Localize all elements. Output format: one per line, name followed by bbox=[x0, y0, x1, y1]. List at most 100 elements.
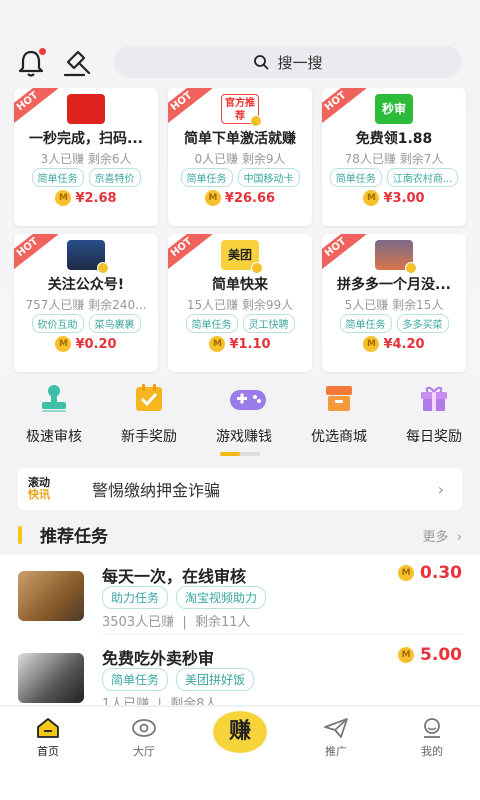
task-earned: 3503人已赚 bbox=[102, 615, 175, 630]
tab-home[interactable]: 首页 bbox=[0, 717, 96, 759]
card-tag: 灵工快聘 bbox=[242, 314, 295, 333]
task-card[interactable]: HOT 美团 简单快来 15人已赚 剩余99人 简单任务 灵工快聘 M ¥1.10 bbox=[168, 234, 312, 372]
card-price: ¥4.20 bbox=[383, 336, 425, 352]
hot-badge: HOT bbox=[14, 234, 59, 275]
box-icon bbox=[323, 382, 355, 414]
search-placeholder: 搜一搜 bbox=[277, 53, 323, 72]
bell-icon[interactable] bbox=[16, 48, 48, 78]
task-card[interactable]: HOT 一秒完成，扫码... 3人已赚 剩余6人 简单任务 京喜特价 M ¥2.68 bbox=[14, 88, 158, 226]
bottom-tab-bar: 首页 大厅 赚 推广 我的 bbox=[0, 706, 480, 800]
category-game-earn[interactable]: 游戏赚钱 bbox=[196, 382, 292, 446]
send-icon bbox=[323, 717, 349, 739]
category-bar: 极速审核 新手奖励 游戏赚钱 优选商城 每日奖励 bbox=[0, 382, 480, 446]
card-title: 简单快来 bbox=[212, 277, 268, 293]
card-tag: 简单任务 bbox=[180, 168, 233, 187]
card-tag: 江南农村商... bbox=[386, 168, 459, 187]
card-price: ¥1.10 bbox=[229, 336, 271, 352]
tab-label: 推广 bbox=[325, 745, 347, 758]
task-thumbnail bbox=[67, 240, 109, 274]
task-tag: 淘宝视频助力 bbox=[176, 586, 267, 609]
task-card[interactable]: HOT 关注公众号! 757人已赚 剩余240... 砍价互助 菜鸟裹裹 M ¥0.… bbox=[14, 234, 158, 372]
card-stats: 0人已赚 剩余9人 bbox=[194, 152, 286, 166]
gamepad-icon bbox=[228, 382, 266, 414]
coin-icon: M bbox=[204, 190, 221, 206]
tab-label: 我的 bbox=[421, 745, 443, 758]
tab-promote[interactable]: 推广 bbox=[288, 717, 384, 759]
card-tag: 多多买菜 bbox=[396, 314, 449, 333]
gift-icon bbox=[418, 382, 450, 414]
card-title: 拼多多一个月没... bbox=[337, 277, 451, 293]
home-icon bbox=[35, 717, 61, 739]
card-tag: 简单任务 bbox=[185, 314, 238, 333]
eye-icon bbox=[131, 717, 157, 739]
coin-icon: M bbox=[363, 336, 380, 352]
section-accent-bar bbox=[18, 526, 22, 544]
hot-badge: HOT bbox=[322, 234, 367, 275]
card-tag: 简单任务 bbox=[339, 314, 392, 333]
coin-icon: M bbox=[398, 565, 415, 581]
earn-button[interactable]: 赚 bbox=[213, 711, 267, 753]
task-remaining: 剩余8人 bbox=[170, 697, 218, 705]
card-title: 一秒完成，扫码... bbox=[29, 131, 143, 147]
task-title: 每天一次，在线审核 bbox=[102, 567, 247, 586]
gavel-icon[interactable] bbox=[62, 48, 96, 78]
task-tag: 助力任务 bbox=[102, 586, 169, 609]
section-title: 推荐任务 bbox=[40, 527, 108, 547]
task-thumbnail bbox=[375, 240, 417, 274]
category-label: 游戏赚钱 bbox=[216, 429, 272, 445]
search-bar[interactable]: 搜一搜 bbox=[114, 46, 462, 78]
card-title: 简单下单激活就赚 bbox=[184, 131, 296, 147]
category-label: 极速审核 bbox=[26, 429, 82, 445]
card-stats: 3人已赚 剩余6人 bbox=[40, 152, 132, 166]
tab-label: 大厅 bbox=[133, 745, 155, 758]
user-icon bbox=[419, 717, 445, 739]
notification-dot bbox=[39, 48, 46, 55]
category-label: 优选商城 bbox=[311, 429, 367, 445]
search-icon bbox=[254, 55, 269, 70]
card-tag: 砍价互助 bbox=[31, 314, 84, 333]
category-label: 新手奖励 bbox=[121, 429, 177, 445]
tab-hall[interactable]: 大厅 bbox=[96, 717, 192, 759]
task-price: 0.30 bbox=[420, 563, 462, 583]
hot-badge: HOT bbox=[168, 88, 213, 129]
quick-review-badge: 秒审 bbox=[375, 94, 413, 124]
coin-icon: M bbox=[398, 647, 415, 663]
list-item[interactable]: 每天一次，在线审核 M 0.30 助力任务 淘宝视频助力 3503人已赚 | 剩余1… bbox=[0, 555, 480, 635]
notice-text: 警惕缴纳押金诈骗 bbox=[92, 481, 221, 500]
category-label: 每日奖励 bbox=[406, 429, 462, 445]
tab-mine[interactable]: 我的 bbox=[384, 717, 480, 759]
task-card[interactable]: HOT 秒审 免费领1.88 78人已赚 剩余7人 简单任务 江南农村商... M… bbox=[322, 88, 466, 226]
card-price: ¥26.66 bbox=[224, 190, 276, 206]
hot-badge: HOT bbox=[14, 88, 59, 129]
card-tag: 简单任务 bbox=[329, 168, 382, 187]
category-page-indicator bbox=[220, 452, 260, 456]
category-fast-review[interactable]: 极速审核 bbox=[6, 382, 102, 446]
card-title: 免费领1.88 bbox=[355, 131, 433, 147]
task-thumbnail bbox=[67, 94, 105, 124]
calendar-check-icon bbox=[133, 382, 165, 414]
hot-badge: HOT bbox=[322, 88, 367, 129]
task-tag: 美团拼好饭 bbox=[176, 668, 255, 691]
card-tag: 菜鸟裹裹 bbox=[88, 314, 141, 333]
list-item[interactable]: 免费吃外卖秒审 M 5.00 简单任务 美团拼好饭 1人已赚 | 剩余8人 bbox=[0, 637, 480, 705]
task-card[interactable]: HOT 官方推荐 简单下单激活就赚 0人已赚 剩余9人 简单任务 中国移动卡 M ¥… bbox=[168, 88, 312, 226]
card-stats: 15人已赚 剩余99人 bbox=[186, 298, 294, 312]
chevron-right-icon: › bbox=[456, 530, 462, 545]
card-stats: 78人已赚 剩余7人 bbox=[344, 152, 444, 166]
category-daily-reward[interactable]: 每日奖励 bbox=[386, 382, 480, 446]
card-price: ¥0.20 bbox=[75, 336, 117, 352]
more-link[interactable]: 更多 › bbox=[423, 526, 462, 545]
task-card[interactable]: HOT 拼多多一个月没... 5人已赚 剩余15人 简单任务 多多买菜 M ¥4.2… bbox=[322, 234, 466, 372]
category-newbie-reward[interactable]: 新手奖励 bbox=[101, 382, 197, 446]
task-remaining: 剩余11人 bbox=[195, 615, 251, 630]
section-header: 推荐任务 更多 › bbox=[18, 522, 462, 550]
card-price: ¥2.68 bbox=[75, 190, 117, 206]
header: 搜一搜 bbox=[0, 40, 480, 84]
coin-icon: M bbox=[55, 336, 72, 352]
official-badge: 官方推荐 bbox=[221, 94, 262, 127]
notice-bar[interactable]: 滚动 快讯 警惕缴纳押金诈骗 › bbox=[18, 468, 462, 510]
task-title: 免费吃外卖秒审 bbox=[102, 649, 215, 668]
task-earned: 1人已赚 bbox=[102, 697, 150, 705]
tab-label: 首页 bbox=[37, 745, 59, 758]
category-shop[interactable]: 优选商城 bbox=[291, 382, 387, 446]
